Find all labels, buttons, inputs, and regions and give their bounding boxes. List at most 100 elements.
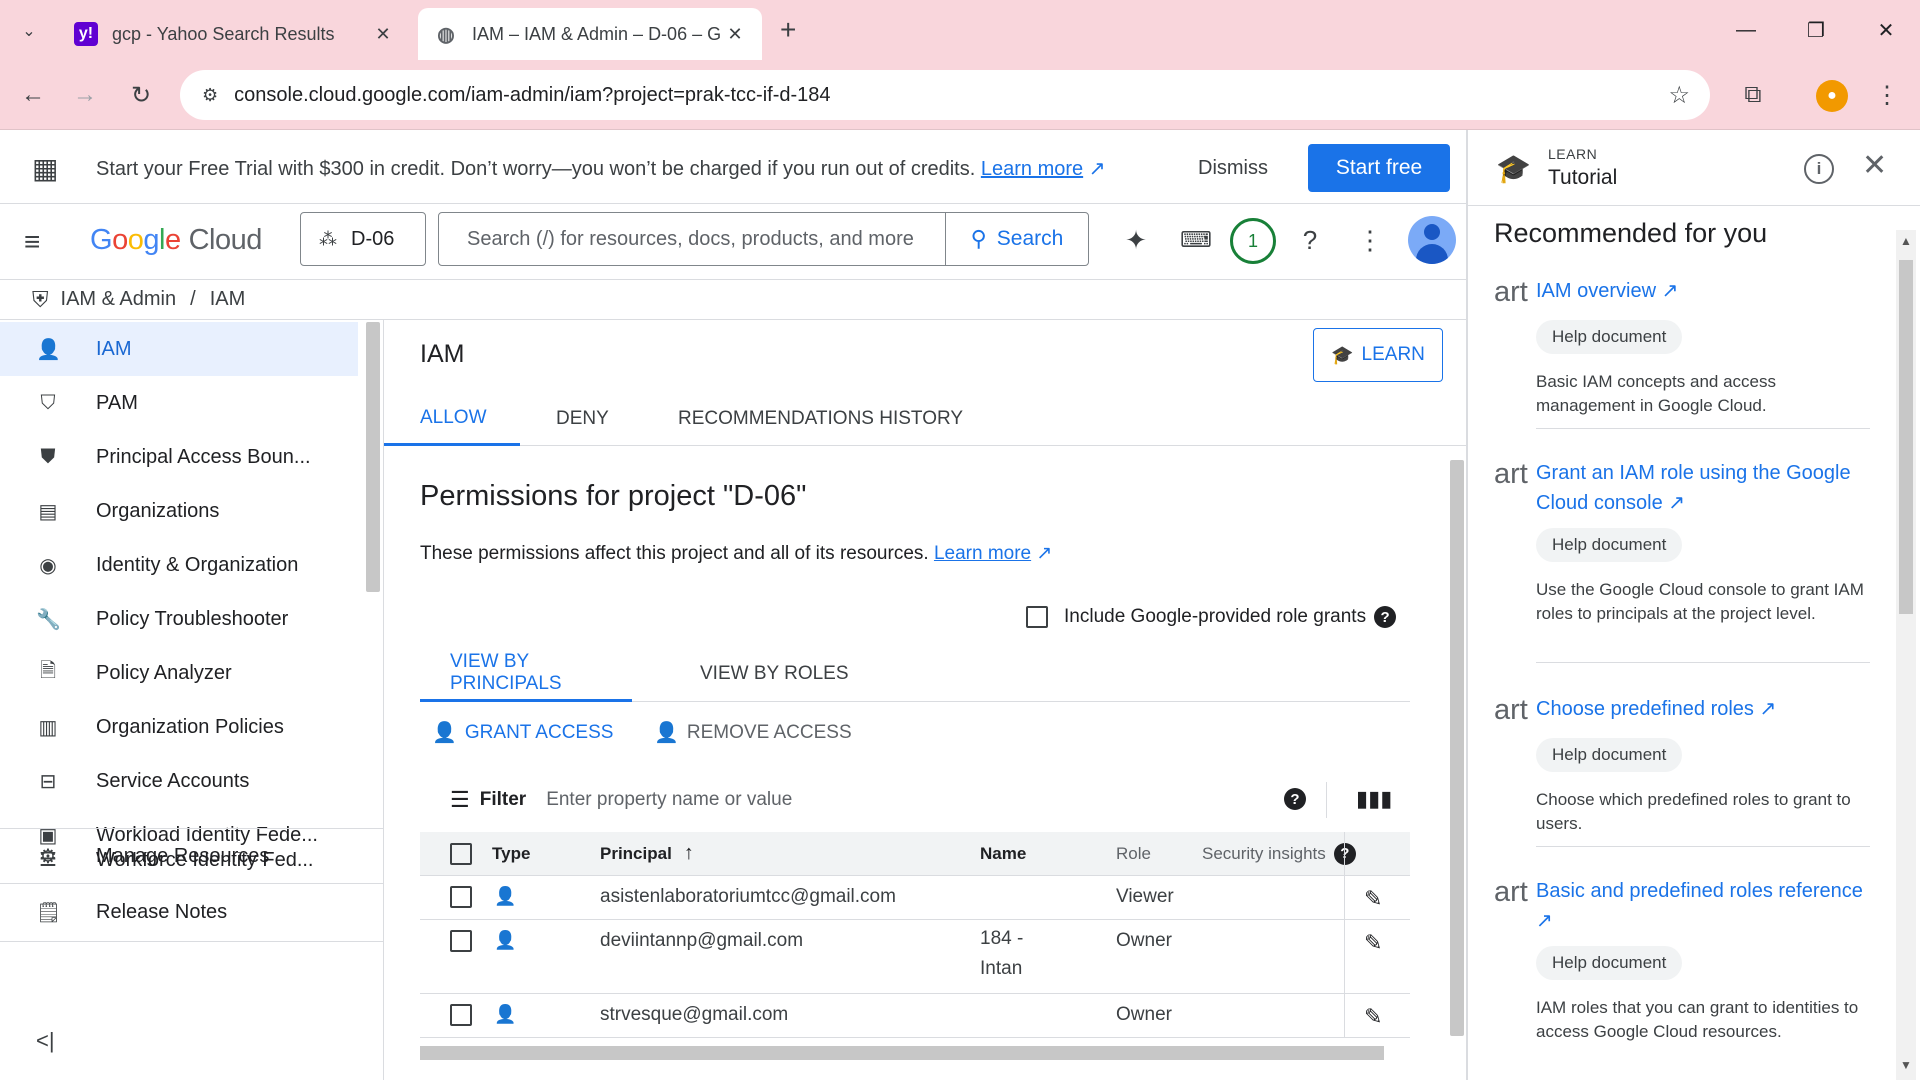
browser-tab-yahoo[interactable]: y! gcp - Yahoo Search Results ✕ [58, 8, 410, 60]
graduation-cap-icon: 🎓 [1331, 344, 1354, 365]
scroll-up-arrow-icon[interactable]: ▲ [1900, 234, 1912, 248]
avatar[interactable] [1408, 216, 1456, 264]
sidebar-item-release-notes[interactable]: 🗒 Release Notes [0, 885, 358, 939]
remove-access-label: REMOVE ACCESS [686, 721, 852, 743]
recommendation-link-text: Basic and predefined roles reference [1536, 880, 1863, 902]
browser-menu-icon[interactable]: ⋮ [1868, 76, 1906, 114]
cloud-shell-icon[interactable]: ⌨ [1176, 220, 1216, 260]
column-security-insights[interactable]: Security insights ? [1202, 832, 1356, 875]
logo-letter: g [143, 224, 159, 256]
new-tab-icon[interactable]: + [780, 14, 796, 46]
tab-recommendations-history[interactable]: RECOMMENDATIONS HISTORY [678, 392, 963, 446]
row-checkbox[interactable] [450, 1004, 472, 1026]
table-horizontal-scrollbar[interactable] [420, 1046, 1384, 1060]
globe-icon: ◍ [437, 23, 455, 46]
panel-scroll-thumb[interactable] [1899, 260, 1913, 614]
start-free-button[interactable]: Start free [1308, 144, 1450, 192]
address-bar[interactable]: ⚙ console.cloud.google.com/iam-admin/iam… [180, 70, 1710, 120]
extensions-icon[interactable]: ⧉ [1734, 76, 1772, 114]
breadcrumb-page[interactable]: IAM [210, 288, 246, 311]
include-google-grants-checkbox[interactable] [1026, 606, 1048, 628]
minimize-icon[interactable]: — [1726, 10, 1766, 50]
forward-icon[interactable]: → [66, 76, 104, 114]
shield-icon: ⛉ [40, 391, 56, 414]
banner-learn-more-link[interactable]: Learn more [981, 158, 1083, 180]
bookmark-star-icon[interactable]: ☆ [1668, 81, 1690, 110]
notifications-badge[interactable]: 1 [1230, 218, 1276, 264]
site-info-icon[interactable]: ⚙ [202, 85, 218, 106]
edit-pencil-icon[interactable]: ✎ [1364, 920, 1382, 993]
tab-search-icon[interactable]: ⌄ [12, 14, 46, 48]
project-picker[interactable]: ⁂ D-06 [300, 212, 426, 266]
close-icon[interactable]: ✕ [724, 24, 746, 45]
tab-view-by-principals[interactable]: VIEW BY PRINCIPALS [420, 646, 632, 702]
tab-view-by-roles[interactable]: VIEW BY ROLES [700, 646, 849, 702]
column-type[interactable]: Type [492, 832, 530, 875]
sidebar-item-pam[interactable]: ⛉ PAM [0, 376, 358, 430]
row-name-line: Intan [980, 958, 1023, 979]
help-icon[interactable]: ? [1374, 606, 1397, 628]
table-row: 👤 deviintannp@gmail.com 184 - Intan Owne… [420, 920, 1410, 994]
tab-deny[interactable]: DENY [556, 392, 609, 446]
recommendation-link[interactable]: Grant an IAM role using the Google Cloud… [1536, 458, 1876, 518]
breadcrumb-section[interactable]: IAM & Admin [61, 288, 177, 311]
panel-scrollbar[interactable]: ▲ ▼ [1896, 230, 1916, 1080]
sidebar: 👤 IAM ⛉ PAM ⛊ Principal Access Boun... ▤… [0, 320, 384, 1080]
select-all-checkbox[interactable] [450, 842, 472, 865]
recommendation-link[interactable]: Choose predefined roles ↗ [1536, 694, 1876, 724]
sidebar-scrollbar[interactable] [366, 322, 380, 592]
content-scrollbar[interactable] [1450, 460, 1464, 1036]
permissions-learn-more-link[interactable]: Learn more [934, 543, 1031, 564]
more-options-icon[interactable]: ⋮ [1350, 220, 1390, 260]
recommendation-art: art [1494, 276, 1528, 308]
recommendation-link[interactable]: Basic and predefined roles reference ↗ [1536, 876, 1876, 936]
sidebar-item-organization-policies[interactable]: ▥ Organization Policies [0, 700, 358, 754]
browser-profile-icon[interactable]: ● [1816, 80, 1848, 112]
browser-tab-iam[interactable]: ◍ IAM – IAM & Admin – D-06 – G ✕ [418, 8, 762, 60]
scroll-down-arrow-icon[interactable]: ▼ [1900, 1058, 1912, 1072]
info-icon[interactable]: i [1804, 154, 1834, 184]
sidebar-item-organizations[interactable]: ▤ Organizations [0, 484, 358, 538]
list-document-icon: ▥ [38, 716, 58, 739]
row-checkbox[interactable] [450, 930, 472, 952]
logo-letter: o [112, 224, 128, 256]
tab-allow[interactable]: ALLOW [384, 392, 520, 446]
search-button[interactable]: ⚲ Search [945, 212, 1089, 266]
edit-pencil-icon[interactable]: ✎ [1364, 876, 1382, 919]
sidebar-item-iam[interactable]: 👤 IAM [0, 322, 358, 376]
grant-access-button[interactable]: 👤 GRANT ACCESS [432, 720, 613, 745]
collapse-sidebar-icon[interactable]: <| [36, 1028, 55, 1054]
search-input[interactable]: Search (/) for resources, docs, products… [438, 212, 946, 266]
dismiss-button[interactable]: Dismiss [1180, 148, 1286, 188]
reload-icon[interactable]: ↻ [122, 76, 160, 114]
include-google-grants-label: Include Google-provided role grants [1064, 606, 1367, 627]
recommendation-item: art Grant an IAM role using the Google C… [1494, 458, 1894, 678]
remove-access-button[interactable]: 👤 REMOVE ACCESS [654, 720, 852, 745]
close-icon[interactable]: ✕ [1862, 148, 1887, 183]
column-principal[interactable]: Principal ↑ [600, 832, 694, 875]
sidebar-item-policy-analyzer[interactable]: 🗎 Policy Analyzer [0, 646, 358, 700]
row-checkbox[interactable] [450, 886, 472, 908]
column-name[interactable]: Name [980, 832, 1026, 875]
sidebar-item-service-accounts[interactable]: ⊟ Service Accounts [0, 754, 358, 808]
restore-icon[interactable]: ❐ [1796, 10, 1836, 50]
window-close-icon[interactable]: ✕ [1866, 10, 1906, 50]
recommendation-link[interactable]: IAM overview ↗ [1536, 276, 1876, 306]
sidebar-item-identity-organization[interactable]: ◉ Identity & Organization [0, 538, 358, 592]
back-icon[interactable]: ← [14, 76, 52, 114]
sidebar-item-manage-resources[interactable]: ⚙ Manage Resources [0, 829, 358, 883]
edit-pencil-icon[interactable]: ✎ [1364, 994, 1382, 1037]
google-cloud-logo[interactable]: Google Cloud [90, 224, 262, 257]
help-icon[interactable]: ? [1284, 788, 1306, 810]
gemini-sparkle-icon[interactable]: ✦ [1116, 220, 1156, 260]
sidebar-item-principal-access-boundary[interactable]: ⛊ Principal Access Boun... [0, 430, 358, 484]
column-role[interactable]: Role [1116, 832, 1151, 875]
column-display-icon[interactable]: ▮▮▮ [1356, 786, 1392, 812]
help-icon[interactable]: ? [1290, 220, 1330, 260]
free-trial-banner: ▦ Start your Free Trial with $300 in cre… [0, 130, 1466, 204]
filter-input[interactable]: Enter property name or value [546, 789, 792, 811]
sidebar-item-policy-troubleshooter[interactable]: 🔧 Policy Troubleshooter [0, 592, 358, 646]
learn-button[interactable]: 🎓 LEARN [1313, 328, 1443, 382]
close-icon[interactable]: ✕ [372, 24, 394, 45]
hamburger-menu-icon[interactable]: ≡ [24, 226, 40, 258]
